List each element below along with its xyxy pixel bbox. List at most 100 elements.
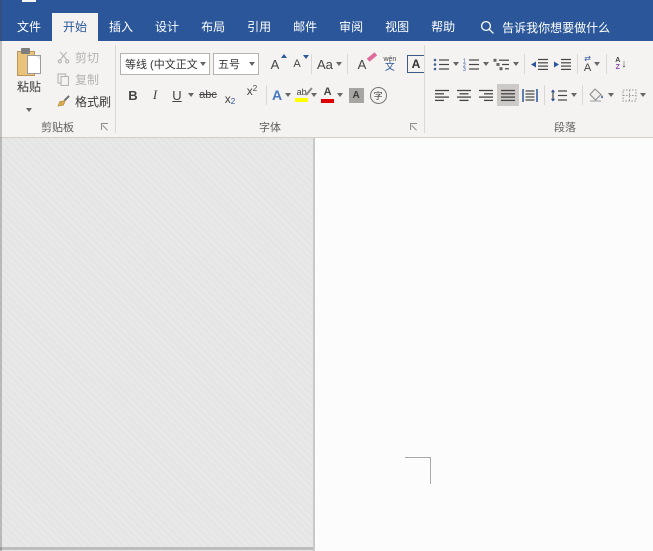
borders-button[interactable] bbox=[620, 84, 648, 106]
tab-home[interactable]: 开始 bbox=[52, 13, 99, 41]
window-left-edge bbox=[0, 0, 2, 551]
asian-layout-dropdown-arrow[interactable] bbox=[594, 62, 601, 66]
font-name-dropdown-arrow[interactable] bbox=[200, 62, 206, 66]
multilevel-dropdown-arrow[interactable] bbox=[513, 62, 519, 66]
borders-dropdown-arrow[interactable] bbox=[640, 93, 646, 97]
underline-dropdown-arrow[interactable] bbox=[188, 93, 194, 97]
bullets-button[interactable] bbox=[431, 53, 461, 75]
change-case-icon: Aa bbox=[317, 56, 333, 72]
tab-help[interactable]: 帮助 bbox=[420, 13, 466, 41]
clipboard-group: 粘贴 剪切 复制 格式刷 剪贴板 bbox=[0, 41, 115, 137]
tab-insert[interactable]: 插入 bbox=[98, 13, 144, 41]
document-area[interactable] bbox=[0, 138, 653, 551]
bullet-list-icon bbox=[433, 58, 450, 71]
search-label: 告诉我你想要做什么 bbox=[502, 20, 611, 35]
numbering-dropdown-arrow[interactable] bbox=[483, 62, 489, 66]
font-size-dropdown-arrow[interactable] bbox=[249, 62, 255, 66]
tab-mailings[interactable]: 邮件 bbox=[282, 13, 328, 41]
clear-formatting-button[interactable]: A bbox=[351, 52, 378, 75]
numbered-list-icon: 123 bbox=[463, 58, 480, 71]
tell-me-search[interactable]: 告诉我你想要做什么 bbox=[480, 13, 610, 41]
quick-access-toolbar[interactable] bbox=[22, 0, 36, 2]
character-shading-icon: A bbox=[348, 87, 364, 103]
distribute-button[interactable] bbox=[519, 84, 541, 106]
increase-indent-button[interactable] bbox=[551, 53, 574, 75]
subscript-button[interactable]: x 2 bbox=[219, 84, 241, 106]
paint-bucket-icon bbox=[588, 88, 605, 102]
line-spacing-dropdown-arrow[interactable] bbox=[571, 93, 577, 97]
align-center-icon bbox=[456, 89, 472, 102]
divider bbox=[606, 54, 607, 74]
title-bar: 文件 开始 插入 设计 布局 引用 邮件 审阅 视图 帮助 告诉我你想要做什么 bbox=[0, 0, 653, 41]
highlight-dropdown-arrow[interactable] bbox=[311, 93, 318, 97]
text-effects-button[interactable]: A bbox=[270, 84, 293, 106]
paste-button[interactable]: 粘贴 bbox=[7, 46, 51, 118]
format-painter-label: 格式刷 bbox=[75, 94, 112, 109]
align-left-button[interactable] bbox=[431, 84, 453, 106]
font-name-combo[interactable]: 等线 (中文正文 bbox=[120, 53, 210, 75]
align-center-button[interactable] bbox=[453, 84, 475, 106]
line-spacing-icon bbox=[550, 89, 568, 102]
font-color-button[interactable]: A bbox=[319, 84, 345, 106]
decrease-indent-button[interactable] bbox=[528, 53, 551, 75]
font-dialog-launcher-icon[interactable] bbox=[410, 123, 419, 132]
line-spacing-button[interactable] bbox=[548, 84, 579, 106]
divider bbox=[524, 54, 525, 74]
font-group-label: 字体 bbox=[259, 122, 281, 134]
character-shading-button[interactable]: A bbox=[345, 84, 367, 106]
borders-icon bbox=[622, 89, 637, 102]
tab-design[interactable]: 设计 bbox=[144, 13, 190, 41]
asian-layout-icon: ⇄ A bbox=[583, 53, 592, 74]
align-left-icon bbox=[434, 89, 450, 102]
eraser-icon bbox=[366, 52, 378, 62]
font-color-dropdown-arrow[interactable] bbox=[337, 93, 344, 97]
font-name-value: 等线 (中文正文 bbox=[125, 59, 198, 71]
align-right-button[interactable] bbox=[475, 84, 497, 106]
text-effects-dropdown-arrow[interactable] bbox=[285, 93, 292, 97]
italic-button[interactable]: I bbox=[144, 84, 166, 106]
sort-button[interactable]: A Z ↓ bbox=[610, 53, 632, 75]
tab-view[interactable]: 视图 bbox=[374, 13, 420, 41]
copy-button[interactable]: 复制 bbox=[56, 68, 114, 90]
shrink-font-button[interactable]: A bbox=[286, 53, 309, 75]
font-group: 等线 (中文正文 五号 A A Aa A wén 文 A B I U abc x… bbox=[116, 41, 425, 137]
cut-button[interactable]: 剪切 bbox=[56, 46, 114, 68]
bold-button[interactable]: B bbox=[122, 84, 144, 106]
divider bbox=[577, 54, 578, 74]
clipboard-dialog-launcher-icon[interactable] bbox=[101, 123, 110, 132]
shading-button[interactable] bbox=[586, 84, 616, 106]
change-case-button[interactable]: Aa bbox=[315, 53, 344, 75]
format-painter-button[interactable]: 格式刷 bbox=[56, 90, 114, 112]
text-highlight-button[interactable]: ab bbox=[293, 84, 319, 106]
align-right-icon bbox=[478, 89, 494, 102]
font-size-combo[interactable]: 五号 bbox=[213, 53, 259, 75]
scissors-icon bbox=[56, 51, 71, 64]
tab-layout[interactable]: 布局 bbox=[190, 13, 236, 41]
justify-button[interactable] bbox=[497, 84, 519, 106]
underline-button[interactable]: U bbox=[166, 84, 188, 106]
paste-dropdown-arrow[interactable] bbox=[26, 108, 32, 112]
decrease-indent-icon bbox=[530, 58, 549, 71]
multilevel-list-button[interactable] bbox=[491, 53, 521, 75]
phonetic-guide-button[interactable]: wén 文 bbox=[379, 53, 401, 75]
numbering-button[interactable]: 123 bbox=[461, 53, 491, 75]
character-border-icon: A bbox=[406, 55, 425, 73]
text-effects-icon: A bbox=[272, 87, 283, 103]
margin-crop-mark-icon bbox=[405, 457, 431, 458]
strikethrough-button[interactable]: abc bbox=[197, 84, 219, 106]
grow-font-button[interactable]: A bbox=[264, 53, 287, 75]
shading-dropdown-arrow[interactable] bbox=[608, 93, 614, 97]
bold-icon: B bbox=[128, 87, 138, 103]
tab-references[interactable]: 引用 bbox=[236, 13, 282, 41]
strikethrough-icon: abc bbox=[199, 89, 217, 101]
enclose-characters-button[interactable]: 字 bbox=[367, 84, 389, 106]
asian-layout-button[interactable]: ⇄ A bbox=[581, 53, 603, 75]
tab-review[interactable]: 审阅 bbox=[328, 13, 374, 41]
divider bbox=[311, 54, 312, 74]
tab-file[interactable]: 文件 bbox=[6, 13, 52, 41]
superscript-button[interactable]: x 2 bbox=[241, 84, 263, 106]
bullets-dropdown-arrow[interactable] bbox=[453, 62, 459, 66]
window-bottom-edge bbox=[0, 547, 313, 550]
ribbon-tab-bar: 文件 开始 插入 设计 布局 引用 邮件 审阅 视图 帮助 告诉我你想要做什么 bbox=[6, 13, 610, 41]
copy-icon bbox=[56, 72, 71, 86]
